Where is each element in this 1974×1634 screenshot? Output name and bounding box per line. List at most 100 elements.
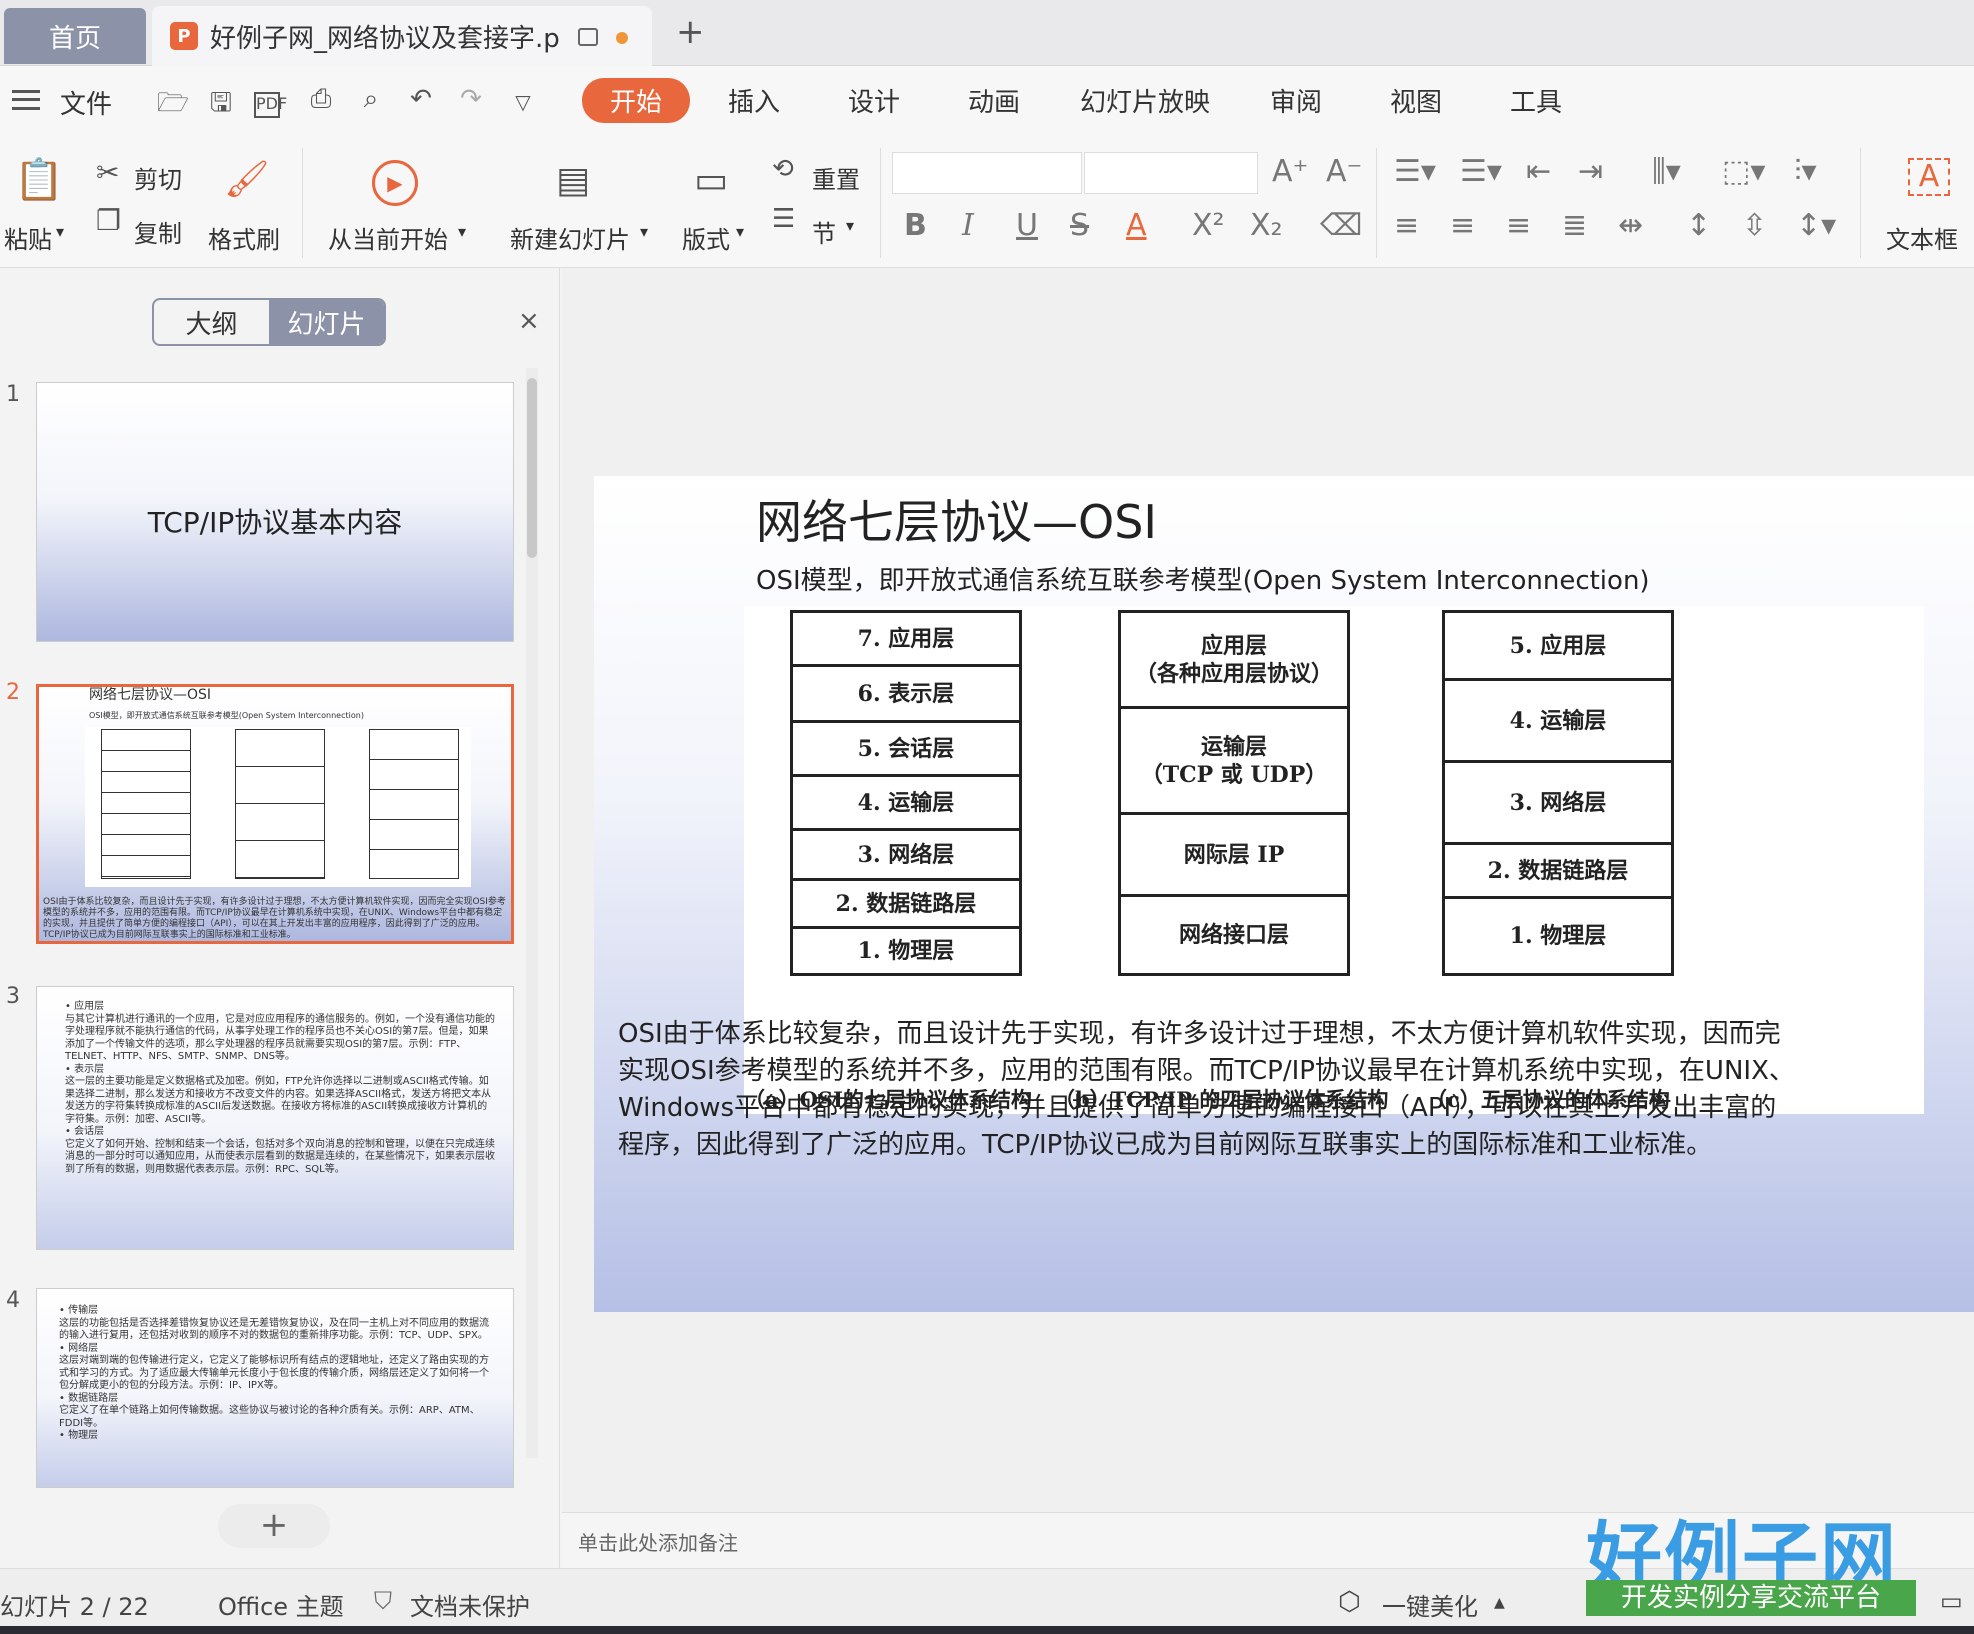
bullet-list-icon[interactable]: ☰▾	[1394, 154, 1436, 189]
tab-review[interactable]: 审阅	[1270, 82, 1322, 119]
beautify-dropdown-icon[interactable]: ▲	[1494, 1595, 1505, 1611]
slide-title[interactable]: 网络七层协议—OSI	[756, 486, 1157, 552]
view-mode-icon[interactable]: ▭	[1940, 1587, 1963, 1615]
slide-thumbnail-4[interactable]: • 传输层 这层的功能包括是否选择差错恢复协议还是无差错恢复协议，及在同一主机上…	[36, 1288, 514, 1488]
align-center-icon[interactable]: ≡	[1450, 208, 1475, 243]
superscript-icon[interactable]: X²	[1192, 208, 1225, 243]
new-slide-dropdown-icon[interactable]: ▾	[640, 222, 648, 241]
slide-thumbnail-1[interactable]: TCP/IP协议基本内容	[36, 382, 514, 642]
slide-subtitle[interactable]: OSI模型，即开放式通信系统互联参考模型(Open System Interco…	[756, 560, 1650, 597]
text-align-box-icon[interactable]: ⬚▾	[1722, 154, 1765, 189]
format-painter-button[interactable]: 格式刷	[208, 220, 280, 255]
layout-dropdown-icon[interactable]: ▾	[736, 222, 744, 241]
print-icon[interactable]: ⎙	[304, 84, 338, 115]
section-dropdown-icon[interactable]: ▾	[846, 216, 854, 235]
copy-button[interactable]: 复制	[134, 214, 182, 249]
align-left-icon[interactable]: ≡	[1394, 208, 1419, 243]
add-slide-button[interactable]: +	[218, 1504, 330, 1548]
increase-indent-icon[interactable]: ⇥	[1578, 154, 1603, 189]
paste-button[interactable]: 粘贴	[4, 220, 52, 255]
distribute-icon[interactable]: ⇹	[1618, 208, 1643, 243]
new-tab-button[interactable]: +	[676, 12, 705, 52]
hamburger-menu-icon[interactable]	[12, 90, 40, 110]
theme-label[interactable]: Office 主题	[218, 1587, 344, 1622]
tab-view[interactable]: 视图	[1390, 82, 1442, 119]
new-slide-icon[interactable]: ▤	[556, 160, 590, 201]
redo-icon[interactable]: ↷	[454, 84, 488, 114]
decrease-indent-icon[interactable]: ⇤	[1526, 154, 1551, 189]
pdf-export-icon[interactable]: PDF	[254, 92, 287, 118]
paste-dropdown-icon[interactable]: ▾	[56, 222, 64, 241]
cut-button[interactable]: 剪切	[134, 160, 182, 195]
protection-status[interactable]: 文档未保护	[410, 1587, 530, 1622]
decrease-font-icon[interactable]: A⁻	[1326, 154, 1362, 189]
font-family-select[interactable]	[892, 152, 1082, 194]
play-dropdown-icon[interactable]: ▾	[458, 222, 466, 241]
reset-button[interactable]: 重置	[812, 160, 860, 195]
notes-placeholder: 单击此处添加备注	[578, 1531, 738, 1555]
slides-tab[interactable]: 幻灯片	[269, 300, 384, 344]
tab-insert[interactable]: 插入	[728, 82, 780, 119]
tab-document[interactable]: P 好例子网_网络协议及套接字.p	[152, 6, 652, 66]
outline-tab[interactable]: 大纲	[154, 300, 269, 344]
line-spacing-icon[interactable]: ↕	[1686, 208, 1711, 243]
tab-home[interactable]: 首页	[4, 8, 146, 64]
current-slide[interactable]: 网络七层协议—OSI OSI模型，即开放式通信系统互联参考模型(Open Sys…	[594, 476, 1974, 1312]
textbox-icon[interactable]: A	[1908, 158, 1950, 196]
save-icon[interactable]: 🖫	[204, 84, 238, 128]
bold-icon[interactable]: B	[904, 208, 927, 243]
window-icon[interactable]	[578, 28, 598, 46]
new-slide-button[interactable]: 新建幻灯片	[510, 220, 630, 255]
tab-animation[interactable]: 动画	[968, 82, 1020, 119]
tab-design[interactable]: 设计	[848, 82, 900, 119]
reset-icon[interactable]: ⟲	[772, 154, 794, 184]
ribbon-divider	[1376, 148, 1377, 258]
undo-icon[interactable]: ↶	[404, 84, 438, 114]
thumbnail-scrollbar[interactable]	[526, 368, 538, 1458]
customize-dropdown-icon[interactable]: ▽	[506, 90, 540, 114]
increase-font-icon[interactable]: A⁺	[1272, 154, 1308, 189]
open-icon[interactable]: 🗁	[156, 84, 190, 128]
slide-thumbnail-panel: 大纲 幻灯片 × 1 TCP/IP协议基本内容 2 网络七层协议—OSI OSI…	[0, 268, 560, 1568]
tcpip-layer: 网络接口层	[1178, 922, 1289, 948]
spacing-dropdown-icon[interactable]: ↕▾	[1796, 208, 1836, 243]
underline-icon[interactable]: U	[1016, 208, 1038, 243]
align-right-icon[interactable]: ≡	[1506, 208, 1531, 243]
copy-icon[interactable]: ❐	[96, 204, 121, 237]
cut-icon[interactable]: ✂	[96, 156, 119, 189]
paste-icon[interactable]: 📋	[14, 156, 64, 203]
numbered-list-icon[interactable]: ☰▾	[1460, 154, 1502, 189]
text-direction-icon[interactable]: ⫼▾	[1652, 154, 1681, 189]
tab-slideshow[interactable]: 幻灯片放映	[1080, 82, 1210, 119]
tab-tools[interactable]: 工具	[1510, 82, 1562, 119]
osi-layer: 1. 物理层	[857, 938, 955, 964]
print-preview-icon[interactable]: ⌕	[354, 84, 388, 115]
subscript-icon[interactable]: X₂	[1250, 208, 1283, 243]
play-from-current-button[interactable]: 从当前开始	[328, 220, 448, 255]
justify-icon[interactable]: ≣	[1562, 208, 1587, 243]
slide-thumbnail-3[interactable]: • 应用层 与其它计算机进行通讯的一个应用，它是对应应用程序的通信服务的。例如，…	[36, 986, 514, 1250]
clear-format-icon[interactable]: ⌫	[1320, 208, 1362, 243]
textbox-button[interactable]: 文本框	[1886, 220, 1958, 255]
layout-button[interactable]: 版式	[682, 220, 730, 255]
tcpip-layer: 应用层 （各种应用层协议）	[1121, 613, 1347, 709]
font-size-select[interactable]	[1084, 152, 1258, 194]
slide-thumbnail-2[interactable]: 网络七层协议—OSI OSI模型，即开放式通信系统互联参考模型(Open Sys…	[36, 684, 514, 944]
paragraph-spacing-icon[interactable]: ⇳	[1742, 208, 1767, 243]
italic-icon[interactable]: I	[962, 208, 974, 243]
column-icon[interactable]: ⫶▾	[1794, 154, 1817, 189]
slide-body-text[interactable]: OSI由于体系比较复杂，而且设计先于实现，有许多设计过于理想，不太方便计算机软件…	[618, 1016, 1974, 1164]
scrollbar-thumb[interactable]	[527, 378, 537, 558]
section-button[interactable]: 节	[812, 214, 836, 249]
close-panel-icon[interactable]: ×	[518, 306, 540, 336]
section-icon[interactable]: ☰	[772, 204, 795, 234]
beautify-icon[interactable]: ⬡	[1338, 1587, 1361, 1617]
one-click-beautify-button[interactable]: 一键美化	[1382, 1587, 1478, 1622]
font-color-icon[interactable]: A	[1126, 208, 1147, 243]
layout-icon[interactable]: ▭	[694, 160, 728, 201]
format-painter-icon[interactable]: 🖌	[224, 158, 270, 200]
menu-file[interactable]: 文件	[60, 84, 112, 121]
strikethrough-icon[interactable]: S	[1070, 208, 1089, 243]
tab-start[interactable]: 开始	[582, 78, 691, 123]
play-from-current-icon[interactable]: ▶	[372, 160, 418, 206]
